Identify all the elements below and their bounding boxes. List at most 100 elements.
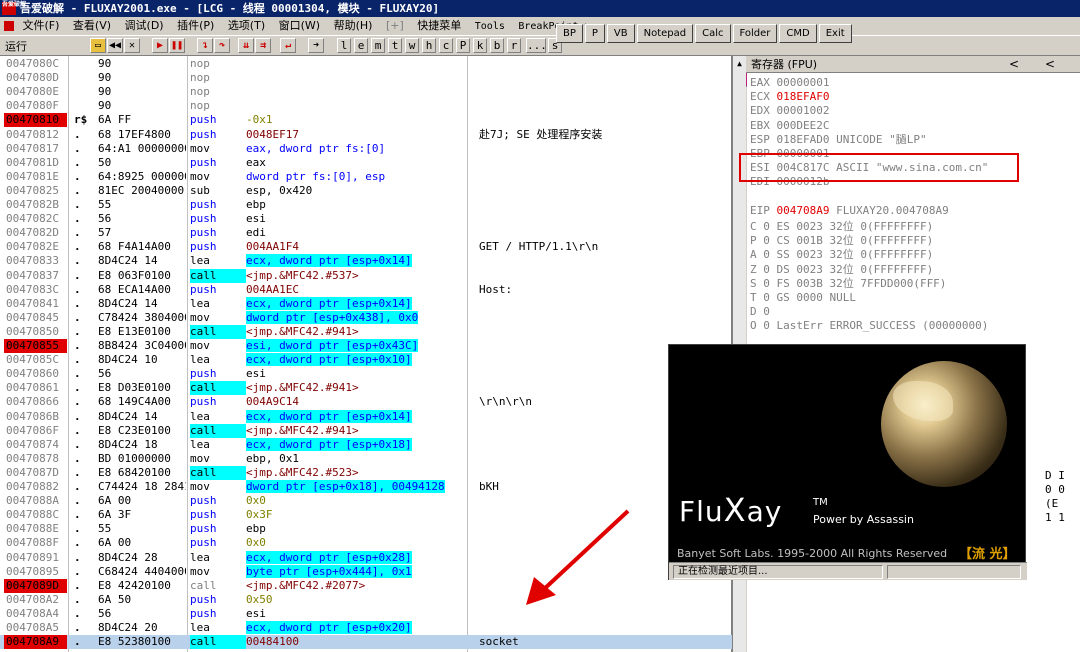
plugin-notepad-button[interactable]: Notepad: [636, 24, 694, 43]
disasm-row[interactable]: 0047081D. 50 push eax: [0, 156, 732, 170]
disasm-row[interactable]: 00470895. C68424 44040000 mov byte ptr [esp…: [0, 564, 732, 579]
disasm-address: 004708A5: [6, 621, 59, 634]
menu-plus[interactable]: [+]: [381, 17, 409, 35]
disasm-address: 00470878: [6, 451, 59, 465]
registers-prev-icon[interactable]: <: [1009, 56, 1019, 73]
close-icon[interactable]: ✕: [124, 38, 140, 53]
disasm-row[interactable]: 00470866. 68 149C4A00 push 004A9C14 \r\n\r\n: [0, 395, 732, 409]
toolbar-w-button[interactable]: w: [405, 38, 419, 53]
restart-icon[interactable]: ◀◀: [107, 38, 123, 53]
disasm-row[interactable]: 00470860. 56 push esi: [0, 367, 732, 381]
toolbar-h-button[interactable]: h: [422, 38, 436, 53]
disasm-row[interactable]: 0047080C 90 nop: [0, 57, 732, 71]
disasm-operand: <jmp.&MFC42.#523>: [246, 465, 359, 479]
pause-icon[interactable]: ❚❚: [169, 38, 185, 53]
disasm-row[interactable]: 004708A2. 6A 50 push 0x50: [0, 593, 732, 607]
disasm-row[interactable]: 0047082B. 55 push ebp: [0, 198, 732, 212]
menu-view[interactable]: 查看(V): [68, 17, 116, 35]
menu-shortcut[interactable]: 快捷菜单: [412, 17, 466, 35]
disasm-row[interactable]: 00470874. 8D4C24 18 lea ecx, dword ptr [esp…: [0, 437, 732, 452]
toolbar-p-button[interactable]: P: [456, 38, 470, 53]
trace-over-icon[interactable]: ⇉: [255, 38, 271, 53]
disasm-row[interactable]: 00470841. 8D4C24 14 lea ecx, dword ptr [esp…: [0, 296, 732, 311]
execute-till-return-icon[interactable]: ↵: [280, 38, 296, 53]
disasm-row[interactable]: 004708A4. 56 push esi: [0, 607, 732, 621]
plugin-calc-button[interactable]: Calc: [695, 24, 731, 43]
disasm-row[interactable]: 00470891. 8D4C24 28 lea ecx, dword ptr [esp…: [0, 550, 732, 565]
disasm-row[interactable]: 0047088A. 6A 00 push 0x0: [0, 494, 732, 508]
plugin-folder-button[interactable]: Folder: [732, 24, 778, 43]
plugin-bp-button[interactable]: BP: [556, 24, 583, 43]
disasm-row[interactable]: 0047088E. 55 push ebp: [0, 522, 732, 536]
disasm-row[interactable]: 0047082E. 68 F4A14A00 push 004AA1F4 GET / HT…: [0, 240, 732, 254]
disasm-row[interactable]: 0047080E 90 nop: [0, 85, 732, 99]
disasm-row[interactable]: 0047089D. E8 42420100 call <jmp.&MFC42.#207…: [0, 578, 732, 593]
plugin-cmd-button[interactable]: CMD: [779, 24, 817, 43]
registers-next-icon[interactable]: <: [1045, 56, 1055, 73]
toolbar-r-button[interactable]: r: [507, 38, 521, 53]
disasm-row[interactable]: 00470817. 64:A1 00000000 mov eax, dword ptr…: [0, 142, 732, 156]
register-edx[interactable]: EDX 00001002: [750, 104, 829, 118]
disasm-row[interactable]: 00470878. BD 01000000 mov ebp, 0x1: [0, 452, 732, 466]
disasm-row[interactable]: 0047085C. 8D4C24 10 lea ecx, dword ptr [esp…: [0, 353, 732, 367]
menu-debug[interactable]: 调试(D): [120, 17, 169, 35]
register-eax[interactable]: EAX 00000001: [750, 76, 829, 90]
disasm-mnemonic: push: [190, 367, 217, 381]
trace-into-icon[interactable]: ⇊: [238, 38, 254, 53]
disasm-row[interactable]: 0047080D 90 nop: [0, 71, 732, 85]
disasm-row[interactable]: 0047088F. 6A 00 push 0x0: [0, 536, 732, 550]
disasm-row[interactable]: 0047083C. 68 ECA14A00 push 004AA1EC Host:: [0, 283, 732, 297]
disasm-row[interactable]: 00470855. 8B8424 3C040000 mov esi, dword pt…: [0, 339, 732, 353]
register-esp[interactable]: ESP 018EFAD0 UNICODE "膼LP": [750, 133, 927, 147]
step-over-icon[interactable]: ↷: [214, 38, 230, 53]
disasm-row[interactable]: 00470812. 68 17EF4800 push 0048EF17 赴7J; SE …: [0, 128, 732, 142]
menu-plugins[interactable]: 插件(P): [172, 17, 219, 35]
step-into-icon[interactable]: ↴: [197, 38, 213, 53]
menu-file[interactable]: 文件(F): [18, 17, 65, 35]
goto-icon[interactable]: ➜: [308, 38, 324, 53]
plugin-vb-button[interactable]: VB: [606, 24, 635, 43]
run-icon[interactable]: ▶: [152, 38, 168, 53]
disasm-row[interactable]: 0047086F. E8 C23E0100 call <jmp.&MFC42.#941…: [0, 423, 732, 438]
disasm-row[interactable]: 00470850. E8 E13E0100 call <jmp.&MFC42.#941…: [0, 324, 732, 339]
disasm-hex: C74424 18 28414900: [98, 480, 186, 493]
scroll-up-icon[interactable]: ▲: [734, 58, 745, 69]
toolbar-m-button[interactable]: m: [371, 38, 385, 53]
disasm-row[interactable]: 0047086B. 8D4C24 14 lea ecx, dword ptr [esp…: [0, 409, 732, 424]
disasm-row[interactable]: 00470825. 81EC 20040000 sub esp, 0x420: [0, 184, 732, 198]
disasm-row[interactable]: 00470882. C74424 18 28414900 mov dword ptr …: [0, 480, 732, 494]
toolbar-more-button[interactable]: ...: [526, 38, 547, 53]
menu-options[interactable]: 选项(T): [223, 17, 270, 35]
toolbar-t-button[interactable]: t: [388, 38, 402, 53]
disasm-row[interactable]: 00470861. E8 D03E0100 call <jmp.&MFC42.#941…: [0, 381, 732, 396]
register-ebx[interactable]: EBX 000DEE2C: [750, 119, 829, 133]
disasm-row[interactable]: 00470845. C78424 38040000 mov dword ptr [es…: [0, 310, 732, 325]
disasm-row[interactable]: 004708A9. E8 52380100 call 00484100 socket: [0, 635, 732, 650]
plugin-p-button[interactable]: P: [584, 24, 605, 43]
system-menu-icon[interactable]: [4, 21, 14, 31]
menu-window[interactable]: 窗口(W): [274, 17, 325, 35]
toolbar-c-button[interactable]: c: [439, 38, 453, 53]
menu-tools[interactable]: Tools: [470, 18, 510, 36]
disasm-mnemonic: push: [190, 282, 217, 296]
menu-help[interactable]: 帮助(H): [329, 17, 378, 35]
toolbar-e-button[interactable]: e: [354, 38, 368, 53]
toolbar-l-button[interactable]: l: [337, 38, 351, 53]
disasm-row[interactable]: 0047082D. 57 push edi: [0, 226, 732, 240]
register-ecx[interactable]: ECX 018EFAF0: [750, 90, 829, 104]
disasm-row[interactable]: 0047087D. E8 68420100 call <jmp.&MFC42.#523…: [0, 465, 732, 480]
toolbar-b-button[interactable]: b: [490, 38, 504, 53]
disasm-row[interactable]: 0047081E. 64:8925 00000000 mov dword ptr fs…: [0, 170, 732, 184]
plugin-exit-button[interactable]: Exit: [818, 24, 852, 43]
register-eip[interactable]: EIP 004708A9 FLUXAY20.004708A9: [750, 204, 949, 218]
disasm-row[interactable]: 0047080F 90 nop: [0, 99, 732, 113]
disasm-row[interactable]: 004708A5. 8D4C24 20 lea ecx, dword ptr [esp…: [0, 621, 732, 635]
disassembly-pane[interactable]: 0047080C 90 nop 0047080D 90 nop 0047080E 90 nop 0…: [0, 56, 732, 652]
disasm-row[interactable]: 00470833. 8D4C24 14 lea ecx, dword ptr [esp…: [0, 254, 732, 268]
disasm-row[interactable]: 0047088C. 6A 3F push 0x3F: [0, 508, 732, 522]
disasm-row[interactable]: 0047082C. 56 push esi: [0, 212, 732, 226]
disasm-row[interactable]: 00470837. E8 063F0100 call <jmp.&MFC42.#537…: [0, 268, 732, 283]
disasm-row[interactable]: 00470810 r$ 6A FF push -0x1: [0, 113, 732, 128]
toolbar-k-button[interactable]: k: [473, 38, 487, 53]
open-icon[interactable]: ▭: [90, 38, 106, 53]
